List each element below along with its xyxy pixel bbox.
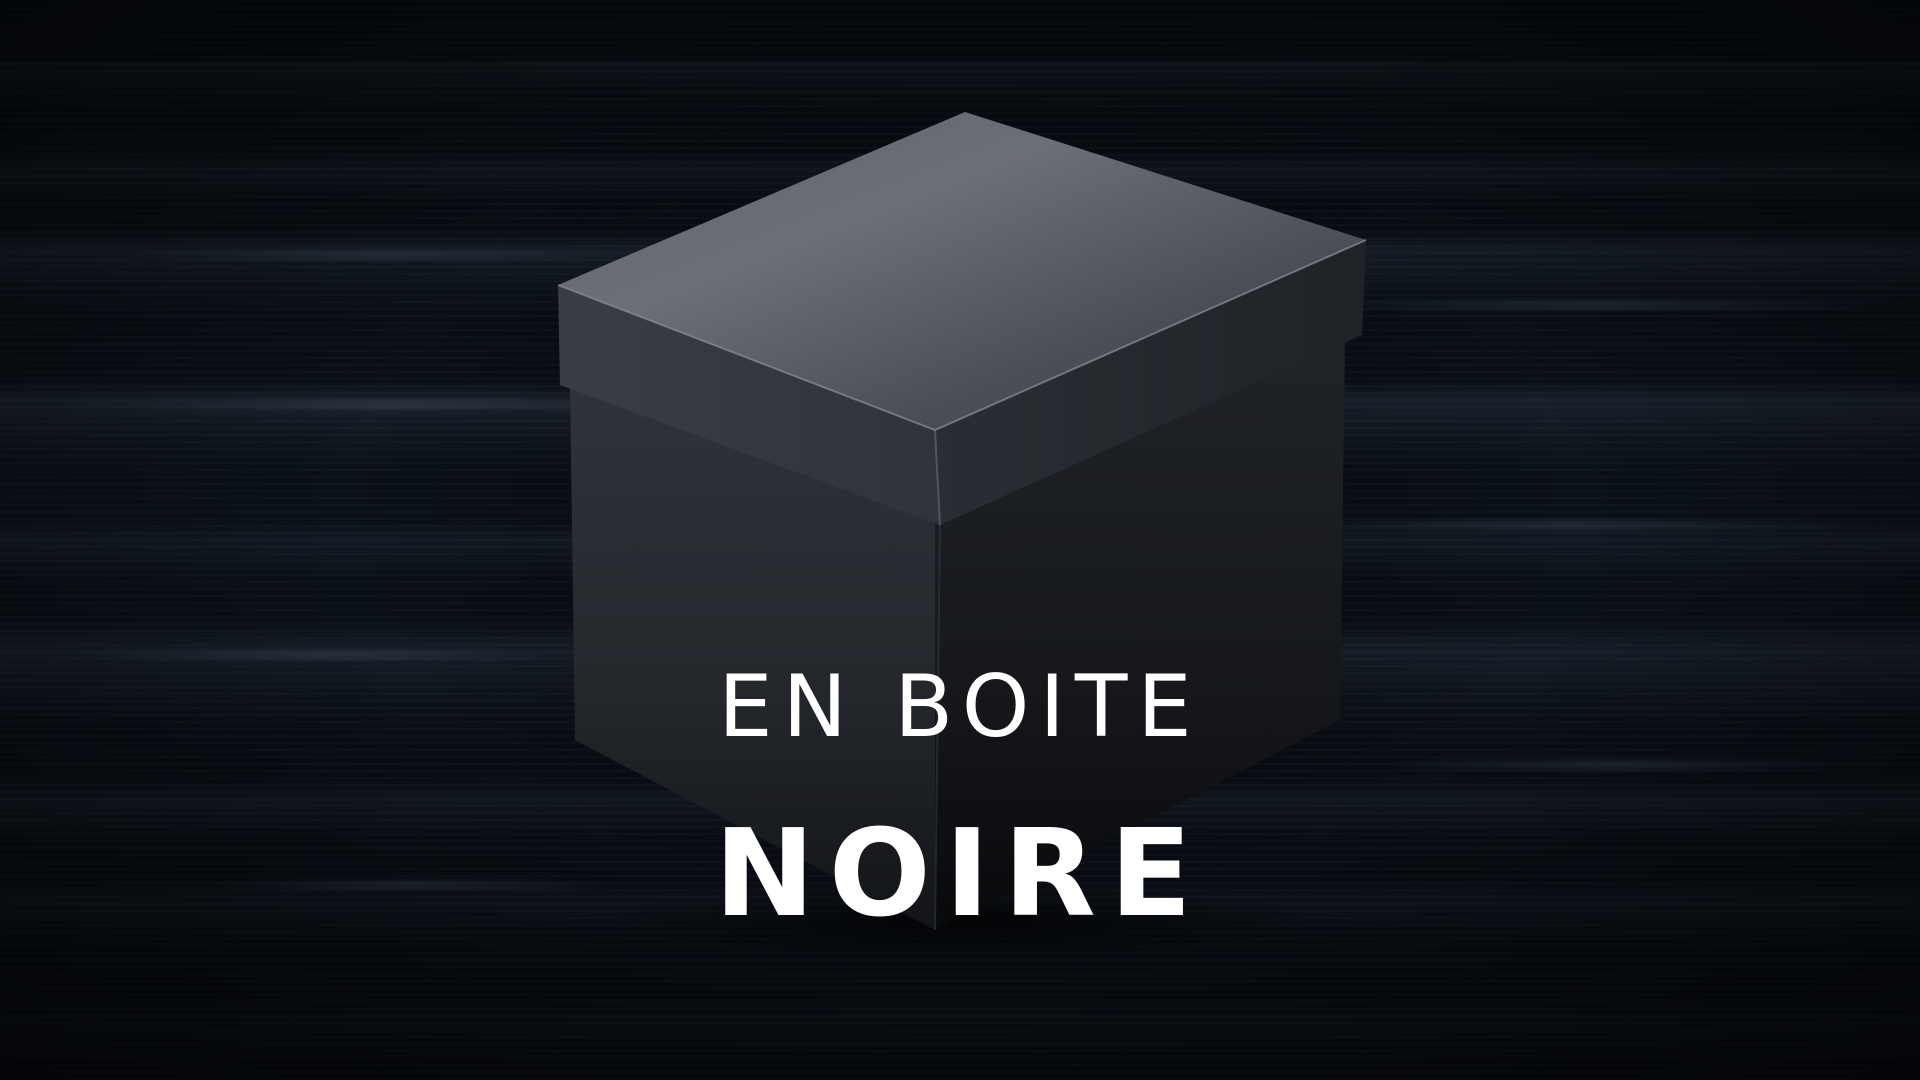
cover-art: EN BOITE NOIRE [0, 0, 1920, 1080]
title-line-2: NOIRE [714, 805, 1206, 944]
title-line-1: EN BOITE [718, 657, 1202, 757]
